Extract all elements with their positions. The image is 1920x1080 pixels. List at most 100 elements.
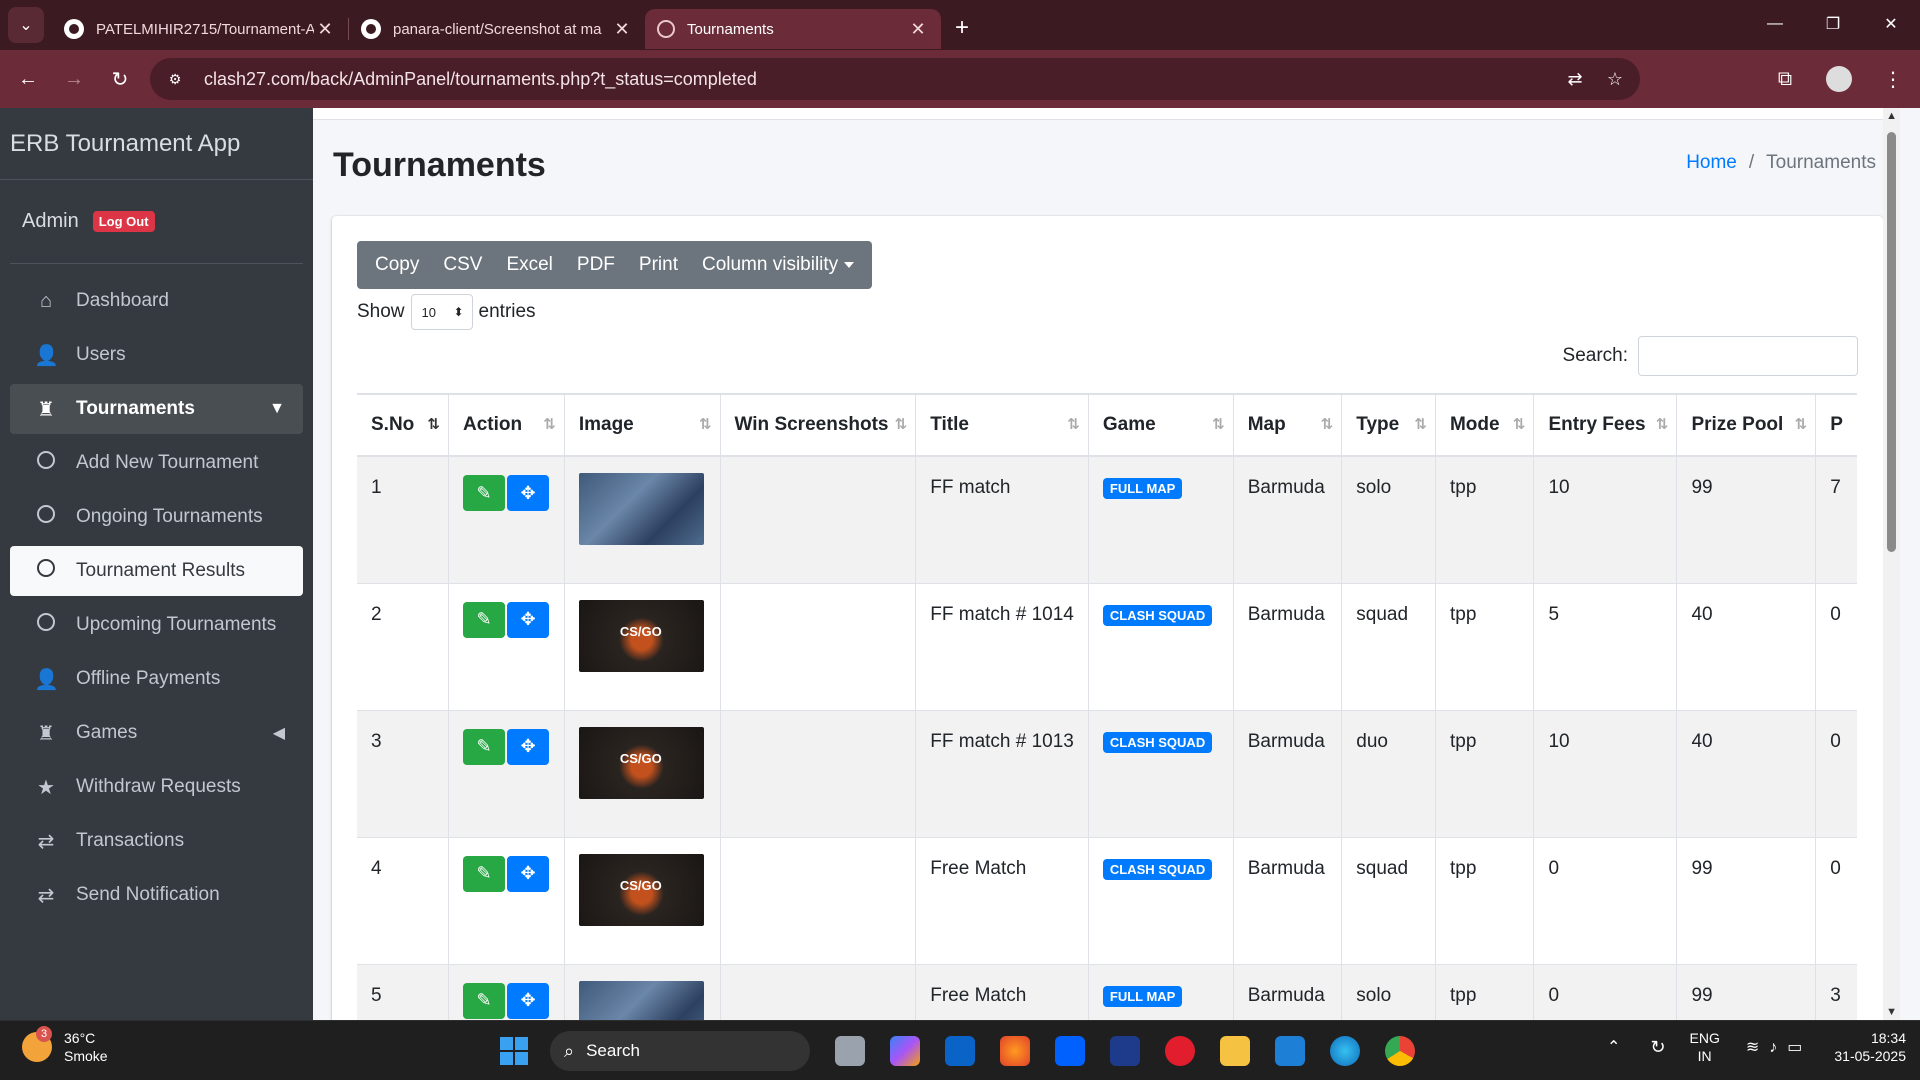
close-tab-icon[interactable]: ✕: [611, 19, 633, 40]
taskbar-search[interactable]: ⌕ Search: [550, 1031, 810, 1071]
address-bar[interactable]: ⚙ clash27.com/back/AdminPanel/tournament…: [150, 58, 1640, 100]
edit-icon[interactable]: ✎: [462, 475, 505, 511]
sidebar-item-add-new-tournament[interactable]: Add New Tournament: [10, 438, 303, 488]
cell-win-screenshots: [719, 709, 916, 837]
sidebar-item-dashboard[interactable]: ⌂ Dashboard: [10, 276, 303, 326]
column-header-mode[interactable]: Mode ⇅: [1434, 393, 1534, 457]
copy-button[interactable]: Copy: [363, 254, 431, 276]
sort-icon: ⇅: [1512, 416, 1526, 433]
reload-icon[interactable]: ↻: [102, 61, 138, 97]
page-scrollbar[interactable]: ▲ ▼: [1883, 108, 1900, 1020]
close-window-icon[interactable]: ✕: [1862, 0, 1920, 48]
task-view-icon[interactable]: [835, 1036, 865, 1066]
network-volume-battery-icons[interactable]: ≋♪▭: [1746, 1037, 1813, 1057]
scrollbar-thumb[interactable]: [1887, 132, 1896, 552]
sidebar-item-games[interactable]: ♜ Games ◀: [10, 708, 303, 758]
entries-select[interactable]: 10: [410, 294, 473, 330]
pdf-button[interactable]: PDF: [565, 254, 627, 276]
header-label: Win Screenshots: [734, 414, 889, 435]
translate-icon[interactable]: ⇄: [1562, 66, 1588, 92]
restore-icon[interactable]: ❐: [1804, 0, 1862, 48]
column-header-title[interactable]: Title ⇅: [915, 393, 1089, 457]
column-header-sno[interactable]: S.No ⇅: [357, 393, 449, 457]
column-header-type[interactable]: Type ⇅: [1341, 393, 1436, 457]
outlook-icon[interactable]: [945, 1036, 975, 1066]
column-header-entry-fees[interactable]: Entry Fees ⇅: [1533, 393, 1677, 457]
forward-icon[interactable]: →: [56, 61, 92, 97]
move-icon[interactable]: ✥: [506, 475, 549, 511]
scroll-down-icon[interactable]: ▼: [1886, 1006, 1897, 1018]
close-tab-icon[interactable]: ✕: [314, 19, 336, 40]
windows-start-icon[interactable]: [500, 1037, 528, 1065]
dropbox-icon[interactable]: [1055, 1036, 1085, 1066]
sidebar-item-withdraw-requests[interactable]: ★ Withdraw Requests: [10, 762, 303, 812]
sidebar-item-ongoing-tournaments[interactable]: Ongoing Tournaments: [10, 492, 303, 542]
cell-prize-pool: 40: [1676, 709, 1816, 837]
move-icon[interactable]: ✥: [506, 982, 549, 1019]
chrome-icon[interactable]: [1385, 1036, 1415, 1066]
store-icon[interactable]: [1275, 1036, 1305, 1066]
edit-icon[interactable]: ✎: [462, 601, 505, 638]
browser-tab-3-active[interactable]: Tournaments ✕: [645, 9, 941, 49]
table-row: 4✎✥Free MatchCLASH SQUADBarmudasquadtpp0…: [357, 836, 1857, 964]
sync-icon[interactable]: ↻: [1650, 1037, 1665, 1058]
firefox-icon[interactable]: [1000, 1036, 1030, 1066]
sidebar-item-tournaments[interactable]: ♜ Tournaments ▼: [10, 384, 303, 434]
tab-search-menu-button[interactable]: ⌄: [8, 7, 44, 43]
cell-type: solo: [1341, 455, 1436, 583]
sidebar-item-send-notification[interactable]: ⇄ Send Notification: [10, 870, 303, 920]
column-header-win-screenshots[interactable]: Win Screenshots ⇅: [719, 393, 916, 457]
column-header-map[interactable]: Map ⇅: [1232, 393, 1342, 457]
back-icon[interactable]: ←: [10, 61, 46, 97]
url-text[interactable]: clash27.com/back/AdminPanel/tournaments.…: [204, 69, 757, 90]
column-visibility-button[interactable]: Column visibility: [690, 254, 866, 276]
column-header-action[interactable]: Action ⇅: [447, 393, 565, 457]
app-icon[interactable]: [1110, 1036, 1140, 1066]
brand-title[interactable]: ERB Tournament App: [0, 108, 313, 180]
sidebar-item-transactions[interactable]: ⇄ Transactions: [10, 816, 303, 866]
column-header-image[interactable]: Image ⇅: [563, 393, 721, 457]
sidebar-item-tournament-results[interactable]: Tournament Results: [10, 546, 303, 596]
move-icon[interactable]: ✥: [506, 728, 549, 765]
csv-button[interactable]: CSV: [431, 254, 494, 276]
edge-icon[interactable]: [1330, 1036, 1360, 1066]
extensions-icon[interactable]: ⧉: [1758, 68, 1812, 91]
browser-tab-1[interactable]: PATELMIHIR2715/Tournament-A ✕: [52, 9, 348, 49]
minimize-icon[interactable]: —: [1746, 0, 1804, 48]
column-header-prize-pool[interactable]: Prize Pool ⇅: [1676, 393, 1816, 457]
new-tab-button[interactable]: +: [955, 14, 969, 42]
clock[interactable]: 18:34 31-05-2025: [1834, 1029, 1906, 1065]
edit-icon[interactable]: ✎: [462, 982, 505, 1019]
file-explorer-icon[interactable]: [1220, 1036, 1250, 1066]
breadcrumb-home-link[interactable]: Home: [1686, 152, 1737, 173]
move-icon[interactable]: ✥: [506, 601, 549, 638]
sidebar-item-users[interactable]: 👤 Users: [10, 330, 303, 380]
excel-button[interactable]: Excel: [494, 254, 564, 276]
language-indicator[interactable]: ENG IN: [1690, 1029, 1720, 1065]
bookmark-star-icon[interactable]: ☆: [1602, 66, 1628, 92]
edit-icon[interactable]: ✎: [462, 855, 505, 892]
browser-tab-2[interactable]: panara-client/Screenshot at ma ✕: [349, 9, 645, 49]
user-name[interactable]: Admin: [22, 210, 79, 233]
scroll-up-icon[interactable]: ▲: [1886, 110, 1897, 122]
close-tab-icon[interactable]: ✕: [907, 19, 929, 40]
edit-icon[interactable]: ✎: [462, 728, 505, 765]
sidebar-item-offline-payments[interactable]: 👤 Offline Payments: [10, 654, 303, 704]
tab-title: panara-client/Screenshot at ma: [393, 20, 602, 38]
logout-button[interactable]: Log Out: [92, 211, 155, 232]
opera-icon[interactable]: [1165, 1036, 1195, 1066]
chevron-up-icon[interactable]: ⌃: [1607, 1037, 1620, 1057]
copilot-icon[interactable]: [890, 1036, 920, 1066]
profile-avatar[interactable]: [1826, 66, 1852, 92]
site-info-icon[interactable]: ⚙: [164, 68, 186, 90]
print-button[interactable]: Print: [627, 254, 690, 276]
column-header-game[interactable]: Game ⇅: [1087, 393, 1234, 457]
weather-widget[interactable]: 3 36°C Smoke: [22, 1026, 108, 1065]
browser-menu-icon[interactable]: ⋮: [1866, 67, 1920, 92]
cell-action: ✎ ✥: [447, 709, 565, 837]
sidebar-item-upcoming-tournaments[interactable]: Upcoming Tournaments: [10, 600, 303, 650]
column-header-truncated[interactable]: P: [1815, 393, 1857, 457]
search-input[interactable]: [1638, 336, 1858, 376]
header-label: Prize Pool: [1691, 414, 1784, 435]
move-icon[interactable]: ✥: [506, 855, 549, 892]
